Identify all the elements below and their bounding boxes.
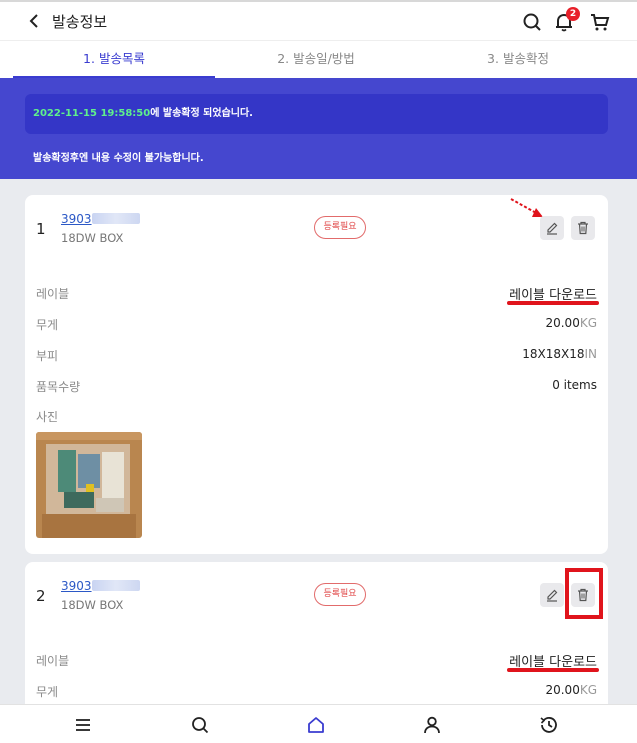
label-title: 레이블 [36,654,70,668]
label-title: 레이블 [36,287,70,301]
search-icon[interactable] [189,714,211,736]
tab-shipping-list[interactable]: 1. 발송목록 [13,41,215,79]
tracking-code-link[interactable]: 3903 [61,579,140,593]
page-title: 발송정보 [52,13,108,31]
box-type: 18DW BOX [61,598,124,612]
weight-title: 무게 [36,685,59,699]
tab-shipping-date-method[interactable]: 2. 발송일/방법 [215,41,417,79]
trash-icon [578,221,588,235]
confirmation-timestamp: 2022-11-15 19:58:50 [33,108,151,119]
cart-icon[interactable] [589,11,611,33]
edit-button[interactable] [540,583,564,607]
chevron-left-icon [29,14,38,28]
quantity-value: 0 items [552,378,597,392]
confirmation-notice: 2022-11-15 19:58:50에 발송확정 되었습니다. [25,94,608,134]
status-badge: 등록필요 [314,216,366,239]
item-index: 2 [36,587,46,605]
annotation-underline [507,668,599,672]
home-icon[interactable] [305,714,327,736]
status-badge: 등록필요 [314,583,366,606]
user-icon[interactable] [421,714,443,736]
weight-value: 20.00KG [545,683,597,697]
weight-title: 무게 [36,318,59,332]
shipment-card: 2 3903 18DW BOX 등록필요 레이블 레이블 다운로드 무게 20.… [25,562,608,722]
confirmation-text: 에 발송확정 되었습니다. [150,108,253,119]
redacted-code [91,213,140,224]
notification-badge: 2 [566,7,580,21]
weight-unit: KG [579,316,597,330]
delete-button[interactable] [571,216,595,240]
weight-number: 20.00 [545,683,580,697]
redacted-code [91,580,140,591]
package-photo-image [36,432,142,538]
menu-icon[interactable] [72,714,94,736]
tracking-code-prefix: 3903 [61,579,92,593]
quantity-title: 품목수량 [36,380,81,394]
annotation-underline [507,301,599,305]
bottom-navigation [0,704,637,743]
confirmation-banner: 2022-11-15 19:58:50에 발송확정 되었습니다. 발송확정후엔 … [0,78,637,179]
tracking-code-prefix: 3903 [61,212,92,226]
step-tabs: 1. 발송목록 2. 발송일/방법 3. 발송확정 [0,40,637,79]
tracking-code-link[interactable]: 3903 [61,212,140,226]
shipment-card: 1 3903 18DW BOX 등록필요 레이블 레이블 다운로드 무게 20.… [25,195,608,554]
edit-button[interactable] [540,216,564,240]
item-index: 1 [36,220,46,238]
shipment-photo[interactable] [36,432,142,538]
back-button[interactable] [26,12,44,30]
annotation-highlight-box [565,568,603,619]
app-header: 발송정보 2 [0,0,637,40]
weight-number: 20.00 [545,316,580,330]
weight-value: 20.00KG [545,316,597,330]
pencil-icon [547,589,558,602]
annotation-arrow [510,198,543,217]
volume-unit: IN [584,347,597,361]
tab-shipping-confirm[interactable]: 3. 발송확정 [417,41,619,79]
volume-title: 부피 [36,349,59,363]
page: 발송정보 2 1. 발송목록 2. 발송일/방법 3. 발송확정 2022-11… [0,0,637,743]
history-icon[interactable] [538,714,560,736]
photo-title: 사진 [36,410,59,424]
search-icon[interactable] [521,11,543,33]
volume-value: 18X18X18IN [522,347,597,361]
weight-unit: KG [579,683,597,697]
box-type: 18DW BOX [61,231,124,245]
volume-number: 18X18X18 [522,347,585,361]
edit-locked-note: 발송확정후엔 내용 수정이 불가능합니다. [33,153,204,164]
pencil-icon [547,222,558,235]
quantity-number: 0 items [552,378,597,392]
